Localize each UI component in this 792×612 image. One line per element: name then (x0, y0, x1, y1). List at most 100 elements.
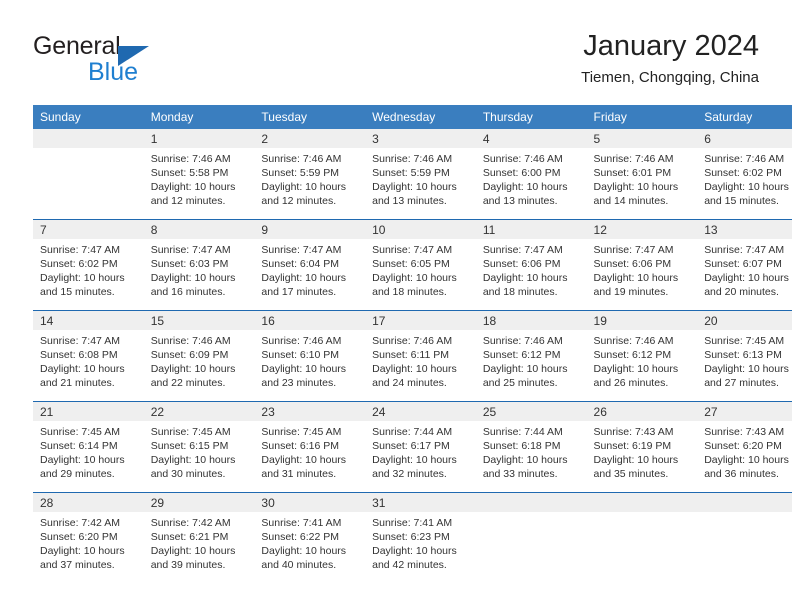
daylight-text-line1: Daylight: 10 hours (593, 181, 679, 194)
sunset-text: Sunset: 6:10 PM (261, 349, 340, 362)
calendar-cell: 27 Sunrise: 7:43 AM Sunset: 6:20 PM Dayligh… (697, 401, 792, 493)
weekday-header-saturday: Saturday (697, 105, 792, 129)
sunrise-text: Sunrise: 7:47 AM (40, 244, 120, 256)
daylight-text-line2: and 22 minutes. (150, 377, 226, 390)
weekday-header-tuesday: Tuesday (254, 105, 366, 129)
calendar-cell: 24 Sunrise: 7:44 AM Sunset: 6:17 PM Dayligh… (365, 401, 476, 493)
day-cell[interactable]: 5 Sunrise: 7:46 AM Sunset: 6:01 PM Daylight… (586, 129, 698, 219)
sunset-text: Sunset: 6:02 PM (40, 258, 118, 271)
day-cell[interactable]: 7 Sunrise: 7:47 AM Sunset: 6:02 PM Daylight… (33, 220, 144, 310)
day-cell[interactable]: 8 Sunrise: 7:47 AM Sunset: 6:03 PM Daylight… (143, 220, 255, 310)
day-cell[interactable]: 21 Sunrise: 7:45 AM Sunset: 6:14 PM Dayligh… (33, 402, 144, 492)
day-cell[interactable]: 19 Sunrise: 7:46 AM Sunset: 6:12 PM Dayligh… (586, 311, 698, 401)
day-cell[interactable]: 1 Sunrise: 7:46 AM Sunset: 5:58 PM Daylight… (143, 129, 255, 219)
daylight-text-line2: and 29 minutes. (40, 468, 115, 481)
sunset-text: Sunset: 5:58 PM (150, 167, 229, 180)
day-number: 30 (254, 493, 366, 512)
daylight-text-line2: and 21 minutes. (40, 377, 115, 390)
day-number: 21 (33, 402, 144, 421)
day-cell[interactable]: 14 Sunrise: 7:47 AM Sunset: 6:08 PM Dayligh… (33, 311, 144, 401)
daylight-text-line2: and 19 minutes. (593, 286, 669, 299)
day-details: Sunrise: 7:41 AM Sunset: 6:22 PM Daylight:… (254, 512, 365, 572)
day-number: 1 (143, 129, 255, 148)
day-number: 7 (33, 220, 144, 239)
daylight-text-line2: and 17 minutes. (261, 286, 337, 299)
daylight-text-line2: and 12 minutes. (261, 195, 337, 208)
day-details: Sunrise: 7:44 AM Sunset: 6:18 PM Daylight:… (476, 421, 587, 481)
calendar-cell: 20 Sunrise: 7:45 AM Sunset: 6:13 PM Dayligh… (697, 310, 792, 402)
day-details: Sunrise: 7:47 AM Sunset: 6:08 PM Daylight:… (33, 330, 144, 390)
day-cell[interactable]: 4 Sunrise: 7:46 AM Sunset: 6:00 PM Daylight… (475, 129, 587, 219)
calendar-cell: 12 Sunrise: 7:47 AM Sunset: 6:06 PM Dayligh… (586, 219, 698, 311)
day-cell[interactable]: 29 Sunrise: 7:42 AM Sunset: 6:21 PM Dayligh… (143, 493, 255, 583)
day-number: 28 (33, 493, 144, 512)
day-cell[interactable]: 18 Sunrise: 7:46 AM Sunset: 6:12 PM Dayligh… (475, 311, 587, 401)
sunrise-text: Sunrise: 7:47 AM (372, 244, 453, 256)
day-cell[interactable]: 28 Sunrise: 7:42 AM Sunset: 6:20 PM Dayligh… (33, 493, 144, 583)
weekday-header-friday: Friday (586, 105, 698, 129)
sunrise-text: Sunrise: 7:46 AM (372, 153, 453, 165)
calendar-grid: Sunday Monday Tuesday Wednesday Thursday Frid… (33, 105, 792, 583)
day-details: Sunrise: 7:44 AM Sunset: 6:17 PM Daylight:… (365, 421, 476, 481)
calendar-cell: 19 Sunrise: 7:46 AM Sunset: 6:12 PM Dayligh… (586, 310, 698, 402)
daylight-text-line2: and 30 minutes. (150, 468, 226, 481)
day-cell[interactable]: 15 Sunrise: 7:46 AM Sunset: 6:09 PM Dayligh… (143, 311, 255, 401)
sunrise-text: Sunrise: 7:46 AM (150, 335, 231, 347)
day-cell[interactable]: 30 Sunrise: 7:41 AM Sunset: 6:22 PM Dayligh… (254, 493, 366, 583)
logo-text-blue: Blue (88, 58, 139, 86)
day-cell-empty (697, 493, 792, 583)
day-cell[interactable]: 12 Sunrise: 7:47 AM Sunset: 6:06 PM Dayligh… (586, 220, 698, 310)
day-cell[interactable]: 22 Sunrise: 7:45 AM Sunset: 6:15 PM Dayligh… (143, 402, 255, 492)
daylight-text-line2: and 33 minutes. (482, 468, 558, 481)
calendar-cell (33, 129, 144, 220)
sunrise-text: Sunrise: 7:47 AM (482, 244, 563, 256)
day-cell[interactable]: 20 Sunrise: 7:45 AM Sunset: 6:13 PM Dayligh… (697, 311, 792, 401)
day-cell[interactable]: 13 Sunrise: 7:47 AM Sunset: 6:07 PM Dayligh… (697, 220, 792, 310)
sunrise-text: Sunrise: 7:43 AM (704, 426, 785, 438)
calendar-cell: 15 Sunrise: 7:46 AM Sunset: 6:09 PM Dayligh… (143, 310, 255, 402)
day-cell[interactable]: 16 Sunrise: 7:46 AM Sunset: 6:10 PM Dayligh… (254, 311, 366, 401)
day-cell[interactable]: 23 Sunrise: 7:45 AM Sunset: 6:16 PM Dayligh… (254, 402, 366, 492)
sunset-text: Sunset: 6:03 PM (150, 258, 229, 271)
daylight-text-line1: Daylight: 10 hours (261, 272, 347, 285)
day-cell[interactable]: 10 Sunrise: 7:47 AM Sunset: 6:05 PM Dayligh… (365, 220, 476, 310)
day-cell[interactable]: 27 Sunrise: 7:43 AM Sunset: 6:20 PM Dayligh… (697, 402, 792, 492)
day-cell[interactable]: 3 Sunrise: 7:46 AM Sunset: 5:59 PM Daylight… (365, 129, 476, 219)
sunset-text: Sunset: 6:14 PM (40, 440, 118, 453)
daylight-text-line1: Daylight: 10 hours (150, 363, 236, 376)
calendar-cell: 21 Sunrise: 7:45 AM Sunset: 6:14 PM Dayligh… (33, 401, 144, 493)
day-details: Sunrise: 7:47 AM Sunset: 6:02 PM Daylight:… (33, 239, 144, 299)
sunset-text: Sunset: 6:15 PM (150, 440, 229, 453)
calendar-cell (475, 492, 587, 583)
daylight-text-line2: and 32 minutes. (372, 468, 447, 481)
calendar-week-row: 21 Sunrise: 7:45 AM Sunset: 6:14 PM Dayligh… (33, 401, 792, 493)
daylight-text-line2: and 18 minutes. (482, 286, 558, 299)
day-number: 24 (365, 402, 476, 421)
day-details: Sunrise: 7:46 AM Sunset: 5:59 PM Daylight:… (365, 148, 476, 208)
sunrise-text: Sunrise: 7:46 AM (704, 153, 785, 165)
day-details: Sunrise: 7:42 AM Sunset: 6:20 PM Daylight:… (33, 512, 144, 572)
calendar-cell: 23 Sunrise: 7:45 AM Sunset: 6:16 PM Dayligh… (254, 401, 366, 493)
day-cell[interactable]: 11 Sunrise: 7:47 AM Sunset: 6:06 PM Dayligh… (475, 220, 587, 310)
sunrise-text: Sunrise: 7:45 AM (261, 426, 342, 438)
daylight-text-line1: Daylight: 10 hours (40, 545, 125, 558)
daylight-text-line1: Daylight: 10 hours (372, 181, 457, 194)
day-cell[interactable]: 6 Sunrise: 7:46 AM Sunset: 6:02 PM Daylight… (697, 129, 792, 219)
day-cell[interactable]: 9 Sunrise: 7:47 AM Sunset: 6:04 PM Daylight… (254, 220, 366, 310)
day-number: 9 (254, 220, 366, 239)
daylight-text-line1: Daylight: 10 hours (482, 272, 568, 285)
sunset-text: Sunset: 6:07 PM (704, 258, 782, 271)
day-cell[interactable]: 25 Sunrise: 7:44 AM Sunset: 6:18 PM Dayligh… (475, 402, 587, 492)
day-cell[interactable]: 24 Sunrise: 7:44 AM Sunset: 6:17 PM Dayligh… (365, 402, 476, 492)
daylight-text-line1: Daylight: 10 hours (261, 181, 347, 194)
day-cell[interactable]: 26 Sunrise: 7:43 AM Sunset: 6:19 PM Dayligh… (586, 402, 698, 492)
day-cell[interactable]: 31 Sunrise: 7:41 AM Sunset: 6:23 PM Dayligh… (365, 493, 476, 583)
daylight-text-line1: Daylight: 10 hours (372, 363, 457, 376)
page-subtitle: Tiemen, Chongqing, China (581, 69, 759, 86)
daylight-text-line1: Daylight: 10 hours (40, 454, 125, 467)
general-blue-logo: General Blue (33, 32, 233, 90)
day-cell[interactable]: 17 Sunrise: 7:46 AM Sunset: 6:11 PM Dayligh… (365, 311, 476, 401)
day-cell[interactable]: 2 Sunrise: 7:46 AM Sunset: 5:59 PM Daylight… (254, 129, 366, 219)
sunrise-text: Sunrise: 7:45 AM (150, 426, 231, 438)
day-details: Sunrise: 7:41 AM Sunset: 6:23 PM Daylight:… (365, 512, 476, 572)
